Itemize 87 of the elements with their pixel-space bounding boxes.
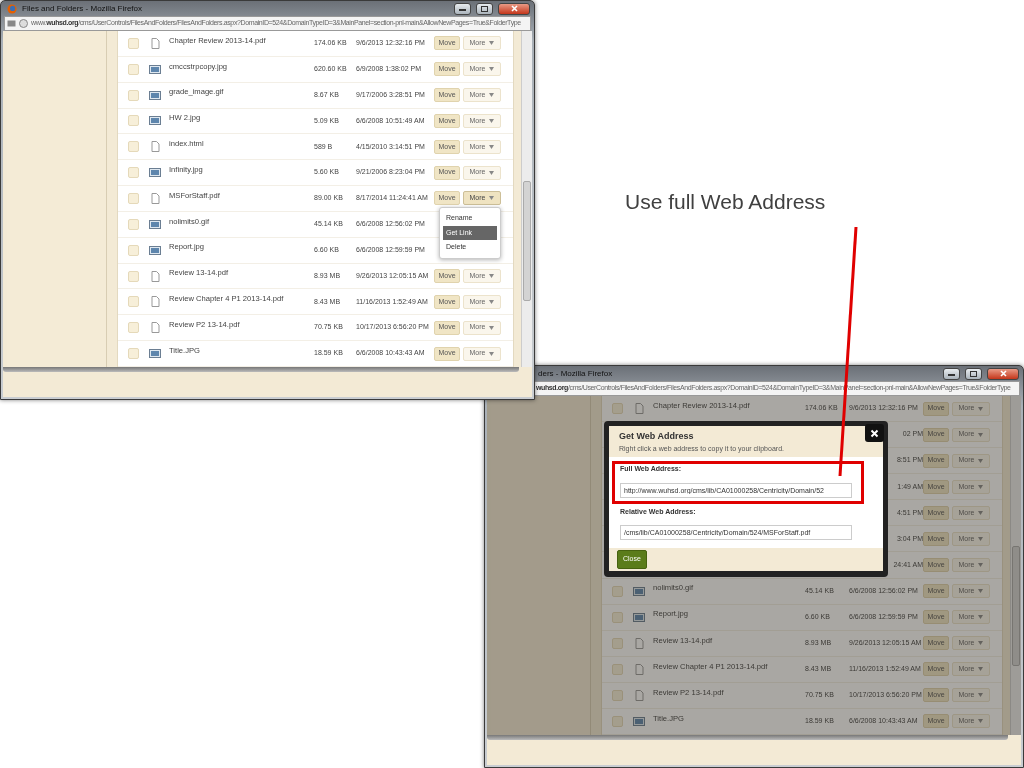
row-checkbox[interactable] bbox=[128, 296, 139, 308]
slide-caption: Use full Web Address bbox=[625, 189, 826, 215]
caret-icon bbox=[978, 536, 984, 541]
page-icon bbox=[7, 19, 16, 28]
image-file-icon bbox=[149, 63, 161, 75]
image-file-icon bbox=[633, 585, 645, 597]
document-icon bbox=[633, 403, 645, 415]
close-button[interactable] bbox=[498, 2, 530, 15]
document-icon bbox=[633, 663, 645, 675]
caret-icon bbox=[978, 458, 984, 463]
caret-icon bbox=[489, 274, 495, 278]
caret-icon bbox=[489, 118, 495, 123]
caret-icon bbox=[489, 351, 495, 356]
caret-icon bbox=[978, 406, 984, 411]
close-button[interactable] bbox=[865, 424, 884, 442]
caret-icon bbox=[489, 41, 495, 46]
globe-icon bbox=[19, 19, 28, 28]
row-checkbox[interactable] bbox=[128, 37, 139, 49]
row-checkbox[interactable] bbox=[612, 663, 623, 675]
caret-icon bbox=[489, 196, 495, 201]
close-button[interactable] bbox=[987, 367, 1019, 380]
scrollbar[interactable] bbox=[521, 31, 532, 367]
row-checkbox[interactable] bbox=[128, 193, 139, 204]
image-file-icon bbox=[633, 715, 645, 727]
row-checkbox[interactable] bbox=[128, 322, 139, 334]
row-checkbox[interactable] bbox=[612, 689, 623, 701]
maximize-button[interactable] bbox=[476, 2, 493, 15]
window-title: Files and Folders - Mozilla Firefox bbox=[22, 2, 144, 15]
row-checkbox[interactable] bbox=[128, 244, 139, 256]
caret-icon bbox=[978, 589, 984, 594]
minimize-icon bbox=[948, 371, 955, 376]
row-checkbox[interactable] bbox=[128, 141, 139, 153]
row-checkbox[interactable] bbox=[612, 715, 623, 727]
row-checkbox[interactable] bbox=[128, 348, 139, 360]
caret-icon bbox=[489, 299, 495, 304]
maximize-icon bbox=[970, 370, 977, 377]
minimize-icon bbox=[459, 6, 466, 11]
image-file-icon bbox=[149, 115, 161, 127]
document-icon bbox=[149, 37, 161, 49]
document-icon bbox=[633, 637, 645, 649]
caret-icon bbox=[489, 67, 495, 72]
row-checkbox[interactable] bbox=[612, 403, 623, 415]
caret-icon bbox=[978, 641, 984, 646]
scrollbar[interactable] bbox=[1010, 396, 1021, 735]
image-file-icon bbox=[149, 89, 161, 101]
document-icon bbox=[149, 322, 161, 334]
document-icon bbox=[149, 296, 161, 308]
document-icon bbox=[149, 193, 161, 204]
maximize-icon bbox=[481, 5, 488, 12]
caret-icon bbox=[978, 667, 984, 672]
logo-icon bbox=[7, 3, 17, 14]
row-checkbox[interactable] bbox=[612, 585, 623, 597]
row-checkbox[interactable] bbox=[612, 637, 623, 649]
caret-icon bbox=[489, 93, 495, 98]
row-checkbox[interactable] bbox=[128, 270, 139, 282]
window-title: ders - Mozilla Firefox bbox=[538, 367, 614, 380]
caret-icon bbox=[978, 432, 984, 437]
row-checkbox[interactable] bbox=[612, 611, 623, 623]
image-file-icon bbox=[149, 167, 161, 179]
close-icon bbox=[870, 428, 879, 438]
caret-icon bbox=[978, 510, 984, 515]
row-checkbox[interactable] bbox=[128, 63, 139, 75]
caret-icon bbox=[978, 484, 984, 489]
image-file-icon bbox=[149, 244, 161, 256]
image-file-icon bbox=[149, 218, 161, 230]
row-checkbox[interactable] bbox=[128, 89, 139, 101]
document-icon bbox=[149, 141, 161, 153]
image-file-icon bbox=[149, 348, 161, 360]
dialog-title: Get Web Address bbox=[619, 430, 695, 443]
caret-icon bbox=[978, 615, 984, 620]
close-icon bbox=[999, 370, 1007, 377]
caret-icon bbox=[978, 693, 984, 698]
document-icon bbox=[633, 689, 645, 701]
document-icon bbox=[149, 270, 161, 282]
row-checkbox[interactable] bbox=[128, 115, 139, 127]
image-file-icon bbox=[633, 611, 645, 623]
maximize-button[interactable] bbox=[965, 367, 982, 380]
row-checkbox[interactable] bbox=[128, 167, 139, 179]
caret-icon bbox=[489, 144, 495, 149]
caret-icon bbox=[489, 170, 495, 175]
row-checkbox[interactable] bbox=[128, 218, 139, 230]
caret-icon bbox=[978, 563, 984, 567]
caret-icon bbox=[489, 325, 495, 330]
minimize-button[interactable] bbox=[943, 367, 960, 380]
caret-icon bbox=[978, 719, 984, 724]
close-icon bbox=[510, 5, 518, 12]
minimize-button[interactable] bbox=[454, 2, 471, 15]
